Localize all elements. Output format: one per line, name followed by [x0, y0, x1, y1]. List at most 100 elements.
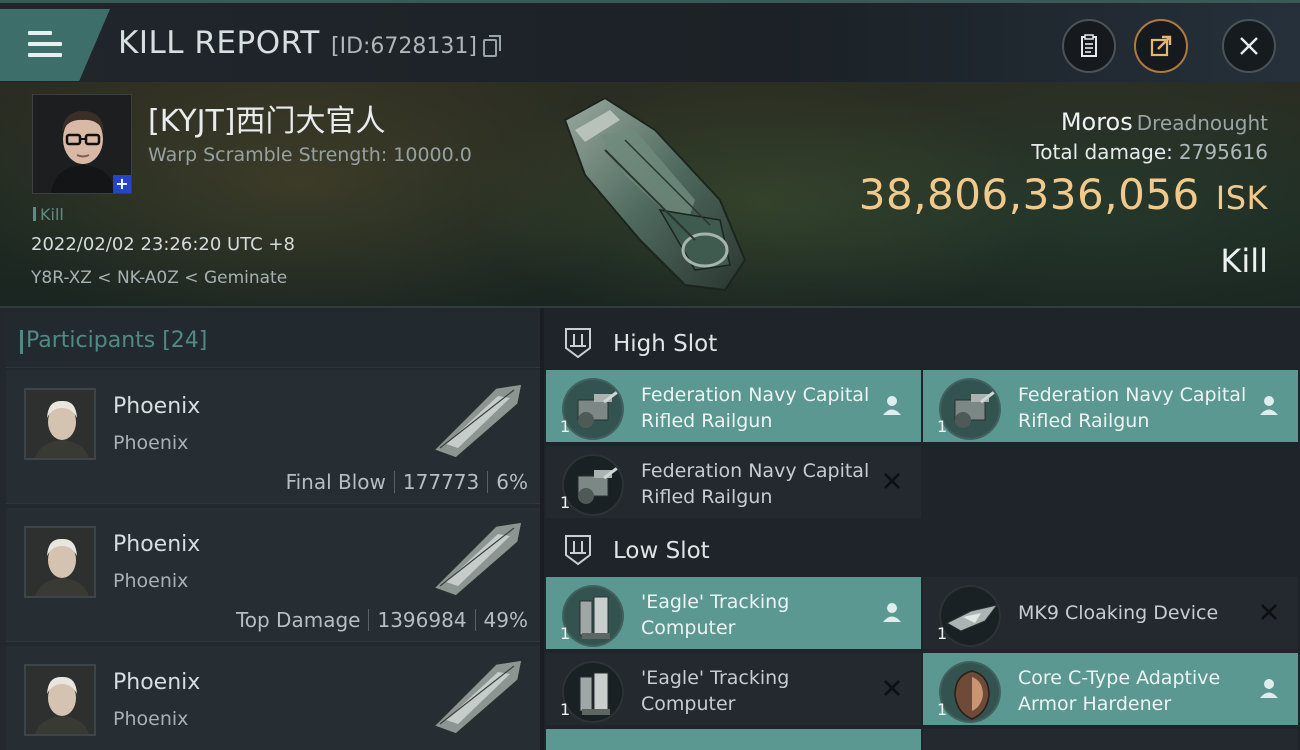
kill-result: Kill [1220, 242, 1268, 280]
participant-ship: Phoenix [113, 432, 189, 454]
participant-percent: 49% [483, 608, 528, 632]
module-item[interactable]: 1 'Eagle' Tracking Computer [546, 653, 921, 725]
kill-tag: Kill [33, 205, 64, 224]
tracking-computer-icon [562, 585, 624, 647]
kill-location[interactable]: Y8R-XZ < NK-A0Z < Geminate [31, 268, 287, 288]
module-quantity: 1 [560, 700, 571, 719]
participant-damage: 1396984 [377, 608, 467, 632]
module-name: 'Eagle' Tracking Computer [641, 667, 790, 715]
railgun-icon [562, 378, 624, 440]
module-item-partial[interactable] [546, 729, 921, 750]
dropped-person-icon [1260, 679, 1278, 698]
module-quantity: 1 [560, 624, 571, 643]
menu-button[interactable] [0, 9, 110, 81]
share-icon [1150, 35, 1172, 57]
module-quantity: 1 [937, 417, 948, 436]
participant-name[interactable]: Phoenix [113, 394, 200, 419]
participant-role: Final Blow [285, 470, 386, 494]
ship-class: Dreadnought [1136, 111, 1268, 135]
module-item[interactable]: 1 Federation Navy Capital Rifled Railgun [546, 370, 921, 442]
total-damage: Total damage: 2795616 [1031, 140, 1268, 164]
fitting-panel: High Slot 1 Federation Navy Capital Rifl… [544, 308, 1300, 750]
participant-portrait[interactable] [24, 388, 96, 460]
destroyed-x-icon [1261, 604, 1277, 620]
participant-portrait[interactable] [24, 664, 96, 736]
participant-damage: 177773 [402, 470, 480, 494]
high-slot-label: High Slot [613, 331, 718, 357]
railgun-icon [562, 454, 624, 516]
hamburger-icon [28, 31, 62, 57]
warp-scramble-strength: Warp Scramble Strength: 10000.0 [148, 144, 472, 166]
module-name: Federation Navy Capital Rifled Railgun [641, 384, 870, 432]
isk-value: 38,806,336,056 ISK [859, 170, 1268, 219]
participant-portrait[interactable] [24, 526, 96, 598]
module-name: Core C-Type Adaptive Armor Hardener [1018, 667, 1221, 715]
victim-name[interactable]: [KYJT]西门大官人 [148, 96, 386, 140]
low-slot-header: Low Slot [544, 519, 1300, 577]
participant-card[interactable]: Phoenix Phoenix Top Damage 1396984 49% [6, 508, 540, 642]
armor-hardener-icon [939, 661, 1001, 723]
participants-header: Participants [24] [6, 312, 540, 368]
participants-label: Participants [24] [19, 328, 208, 354]
ship-name: Moros [1060, 108, 1133, 136]
high-slot-header: High Slot [544, 312, 1300, 370]
dropped-person-icon [1260, 396, 1278, 415]
module-quantity: 1 [937, 700, 948, 719]
high-slot-icon [565, 328, 591, 359]
destroyed-x-icon [884, 680, 900, 696]
participant-name[interactable]: Phoenix [113, 532, 200, 557]
participant-stats: Final Blow 177773 6% [286, 470, 528, 494]
copy-icon[interactable] [483, 35, 501, 57]
module-item[interactable]: 1 Federation Navy Capital Rifled Railgun [923, 370, 1298, 442]
page-title: KILL REPORT [118, 25, 320, 61]
total-damage-value: 2795616 [1178, 140, 1268, 164]
tracking-computer-icon [562, 661, 624, 723]
module-name: MK9 Cloaking Device [1018, 602, 1219, 624]
destroyed-x-icon [884, 473, 900, 489]
victim-ship-image [563, 96, 747, 292]
victim-ship-type[interactable]: Moros Dreadnought [1061, 108, 1268, 136]
clipboard-button[interactable] [1062, 19, 1116, 73]
module-item[interactable]: 1 Federation Navy Capital Rifled Railgun [546, 446, 921, 518]
module-name: Federation Navy Capital Rifled Railgun [641, 460, 870, 508]
participant-ship: Phoenix [113, 570, 189, 592]
report-id: [ID:6728131] [331, 34, 477, 59]
share-button[interactable] [1134, 19, 1188, 73]
participant-card[interactable]: Phoenix Phoenix Final Blow 177773 6% [6, 370, 540, 504]
participant-ship: Phoenix [113, 708, 189, 730]
participant-role: Top Damage [235, 608, 361, 632]
close-button[interactable] [1222, 19, 1276, 73]
module-quantity: 1 [560, 417, 571, 436]
isk-unit: ISK [1215, 179, 1268, 217]
participant-ship-image [432, 521, 523, 597]
dropped-person-icon [883, 603, 901, 622]
victim-summary: + [KYJT]西门大官人 Warp Scramble Strength: 10… [0, 82, 1300, 308]
clipboard-icon [1081, 34, 1097, 57]
participant-ship-image [432, 383, 523, 459]
add-contact-icon[interactable]: + [113, 175, 131, 193]
total-damage-label: Total damage: [1031, 140, 1173, 164]
close-icon [1240, 37, 1258, 55]
participants-panel: Participants [24] Phoenix Phoenix Final … [0, 308, 540, 750]
dropped-person-icon [883, 396, 901, 415]
participant-ship-image [432, 659, 523, 735]
participant-name[interactable]: Phoenix [113, 670, 200, 695]
module-quantity: 1 [937, 624, 948, 643]
low-slot-label: Low Slot [613, 538, 710, 564]
module-name: 'Eagle' Tracking Computer [641, 591, 790, 639]
participant-card[interactable]: Phoenix Phoenix [6, 646, 540, 750]
victim-avatar[interactable]: + [32, 94, 132, 194]
module-item[interactable]: 1 'Eagle' Tracking Computer [546, 577, 921, 649]
module-name: Federation Navy Capital Rifled Railgun [1018, 384, 1247, 432]
module-quantity: 1 [560, 493, 571, 512]
module-item[interactable]: 1 Core C-Type Adaptive Armor Hardener [923, 653, 1298, 725]
participant-stats: Top Damage 1396984 49% [236, 608, 528, 632]
module-item-partial[interactable] [923, 729, 1298, 750]
isk-amount: 38,806,336,056 [858, 170, 1200, 219]
header-bar: KILL REPORT [ID:6728131] [0, 0, 1300, 82]
module-item[interactable]: 1 MK9 Cloaking Device [923, 577, 1298, 649]
cloaking-device-icon [939, 585, 1001, 647]
railgun-icon [939, 378, 1001, 440]
participant-percent: 6% [496, 470, 528, 494]
low-slot-icon [565, 535, 591, 566]
